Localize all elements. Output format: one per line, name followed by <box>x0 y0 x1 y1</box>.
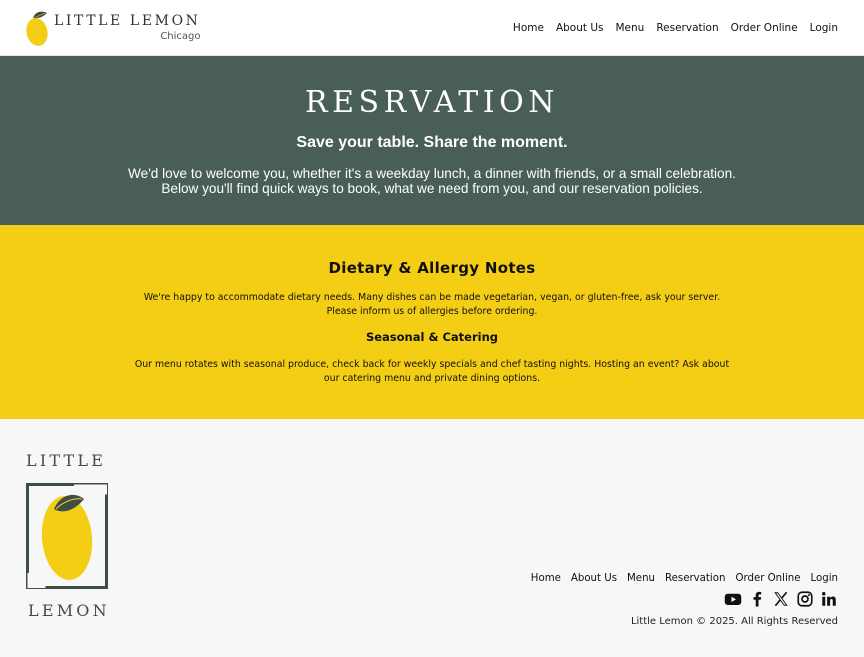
brand-logo-link[interactable]: LITTLE LEMON Chicago <box>26 8 201 48</box>
instagram-icon[interactable] <box>796 590 814 608</box>
footer-right-column: Home About Us Menu Reservation Order Onl… <box>531 573 838 627</box>
dietary-title: Dietary & Allergy Notes <box>328 259 536 277</box>
site-header: LITTLE LEMON Chicago Home About Us Menu … <box>0 0 864 56</box>
footer-nav: Home About Us Menu Reservation Order Onl… <box>531 573 838 584</box>
info-section: Dietary & Allergy Notes We're happy to a… <box>0 225 864 419</box>
nav-menu[interactable]: Menu <box>615 22 644 34</box>
facebook-icon[interactable] <box>748 590 766 608</box>
brand-city: Chicago <box>160 30 201 42</box>
hero-description-line-1: We'd love to welcome you, whether it's a… <box>128 166 736 181</box>
footer-nav-home[interactable]: Home <box>531 573 561 584</box>
copyright-text: Little Lemon © 2025. All Rights Reserved <box>630 616 838 627</box>
nav-reservation[interactable]: Reservation <box>656 22 718 34</box>
dietary-text-line-2: Please inform us of allergies before ord… <box>326 305 538 317</box>
hero-tagline: Save your table. Share the moment. <box>296 134 568 151</box>
seasonal-text-line-1: Our menu rotates with seasonal produce, … <box>134 359 730 370</box>
nav-about-us[interactable]: About Us <box>556 22 604 34</box>
linkedin-icon[interactable] <box>820 590 838 608</box>
footer-logo-word-bottom: LEMON <box>28 601 110 620</box>
seasonal-text: Our menu rotates with seasonal produce, … <box>0 358 864 385</box>
nav-order-online[interactable]: Order Online <box>731 22 798 34</box>
seasonal-title: Seasonal & Catering <box>365 330 499 344</box>
dietary-text-line-1: We're happy to accommodate dietary needs… <box>143 292 721 303</box>
footer-logo-word-top: LITTLE <box>26 451 107 470</box>
dietary-text: We're happy to accommodate dietary needs… <box>0 291 864 318</box>
footer-logo[interactable]: LITTLE LEMON <box>26 451 112 620</box>
nav-login[interactable]: Login <box>810 22 838 34</box>
page-title: RESRVATION <box>305 85 559 120</box>
main-nav: Home About Us Menu Reservation Order Onl… <box>513 22 838 34</box>
footer-nav-order-online[interactable]: Order Online <box>735 573 800 584</box>
footer-nav-login[interactable]: Login <box>811 573 838 584</box>
seasonal-text-line-2: our catering menu and private dining opt… <box>323 372 541 384</box>
site-footer: LITTLE LEMON Home About Us Menu Reservat… <box>0 419 864 657</box>
social-links <box>724 590 838 608</box>
footer-nav-about-us[interactable]: About Us <box>571 573 617 584</box>
hero-section: RESRVATION Save your table. Share the mo… <box>0 56 864 225</box>
youtube-icon[interactable] <box>724 590 742 608</box>
lemon-logo-icon <box>26 11 48 46</box>
nav-home[interactable]: Home <box>513 22 544 34</box>
footer-nav-reservation[interactable]: Reservation <box>665 573 725 584</box>
footer-nav-menu[interactable]: Menu <box>627 573 655 584</box>
x-icon[interactable] <box>772 590 790 608</box>
hero-description: We'd love to welcome you, whether it's a… <box>0 166 864 196</box>
hero-description-line-2: Below you'll find quick ways to book, wh… <box>161 181 703 196</box>
footer-lemon-icon <box>26 483 108 589</box>
brand-name: LITTLE LEMON <box>54 12 201 29</box>
